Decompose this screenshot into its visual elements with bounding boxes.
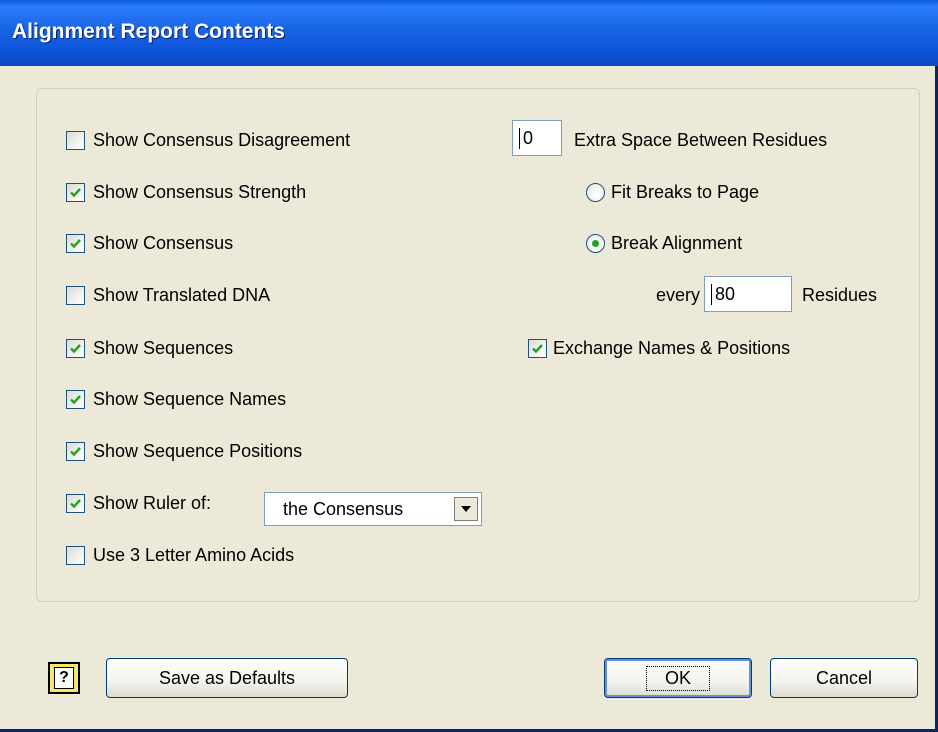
option-show-translated-dna[interactable]: Show Translated DNA	[66, 282, 270, 308]
checkbox[interactable]	[66, 182, 85, 202]
option-label: Show Ruler of:	[93, 492, 212, 513]
checkbox[interactable]	[66, 233, 85, 253]
checkmark-icon	[70, 238, 81, 248]
every-label: every	[656, 284, 701, 305]
extra-space-value: 0	[519, 127, 533, 149]
window-title: Alignment Report Contents	[12, 20, 285, 43]
checkbox[interactable]	[66, 441, 85, 461]
cancel-label: Cancel	[815, 667, 873, 688]
radio-label: Break Alignment	[611, 232, 743, 253]
option-exchange-names-positions[interactable]: Exchange Names & Positions	[528, 335, 790, 361]
help-label: ?	[54, 667, 74, 689]
checkbox[interactable]	[66, 545, 85, 565]
option-label: Use 3 Letter Amino Acids	[93, 544, 295, 565]
checkbox[interactable]	[66, 338, 85, 358]
option-show-consensus-disagreement[interactable]: Show Consensus Disagreement	[66, 127, 350, 153]
option-label: Show Sequence Names	[93, 388, 287, 409]
option-label: Show Consensus Strength	[93, 181, 307, 202]
option-label: Exchange Names & Positions	[553, 337, 791, 358]
option-label: Show Translated DNA	[93, 284, 271, 305]
checkmark-icon	[70, 343, 81, 353]
checkbox[interactable]	[528, 338, 547, 358]
option-label: Show Sequence Positions	[93, 440, 303, 461]
radio-label: Fit Breaks to Page	[611, 181, 760, 202]
help-icon[interactable]: ?	[48, 662, 80, 694]
option-label: Show Consensus Disagreement	[93, 129, 351, 150]
checkmark-icon	[70, 187, 81, 197]
option-show-sequence-names[interactable]: Show Sequence Names	[66, 386, 286, 412]
residues-label: Residues	[802, 284, 878, 305]
checkmark-icon	[70, 498, 81, 508]
residues-label-row: Residues	[802, 282, 877, 308]
cancel-button[interactable]: Cancel	[770, 658, 918, 698]
option-show-consensus-strength[interactable]: Show Consensus Strength	[66, 179, 306, 205]
checkmark-icon	[70, 394, 81, 404]
option-use-3-letter-amino-acids[interactable]: Use 3 Letter Amino Acids	[66, 542, 294, 568]
ok-button[interactable]: OK	[604, 658, 752, 698]
every-label-row: every	[656, 282, 700, 308]
checkmark-icon	[70, 446, 81, 456]
option-label: Show Sequences	[93, 337, 234, 358]
radio-button[interactable]	[586, 233, 605, 253]
ruler-select-value: the Consensus	[283, 498, 404, 519]
radio-button[interactable]	[586, 182, 605, 202]
radio-fit-breaks-to-page[interactable]: Fit Breaks to Page	[586, 179, 759, 205]
extra-space-label: Extra Space Between Residues	[574, 129, 828, 150]
ruler-select[interactable]: the Consensus	[264, 492, 482, 526]
option-show-sequences[interactable]: Show Sequences	[66, 335, 233, 361]
checkbox[interactable]	[66, 285, 85, 305]
extra-space-label-row: Extra Space Between Residues	[574, 127, 827, 153]
radio-break-alignment[interactable]: Break Alignment	[586, 230, 742, 256]
dropdown-arrow-icon[interactable]	[454, 497, 478, 521]
extra-space-input[interactable]: 0	[512, 120, 562, 156]
save-defaults-label: Save as Defaults	[158, 667, 296, 688]
dialog-window: Alignment Report Contents Show Consensus…	[0, 0, 938, 732]
checkbox[interactable]	[66, 389, 85, 409]
checkbox[interactable]	[66, 130, 85, 150]
checkmark-icon	[532, 343, 543, 353]
option-label: Show Consensus	[93, 232, 234, 253]
ok-label: OK	[645, 665, 710, 691]
option-show-sequence-positions[interactable]: Show Sequence Positions	[66, 438, 302, 464]
break-every-value: 80	[711, 283, 735, 305]
checkbox[interactable]	[66, 493, 85, 513]
save-defaults-button[interactable]: Save as Defaults	[106, 658, 348, 698]
title-bar[interactable]: Alignment Report Contents	[0, 0, 938, 66]
option-show-ruler[interactable]: Show Ruler of:	[66, 490, 211, 516]
break-every-input[interactable]: 80	[704, 276, 792, 312]
radio-selected-dot	[592, 239, 599, 247]
option-show-consensus[interactable]: Show Consensus	[66, 230, 233, 256]
